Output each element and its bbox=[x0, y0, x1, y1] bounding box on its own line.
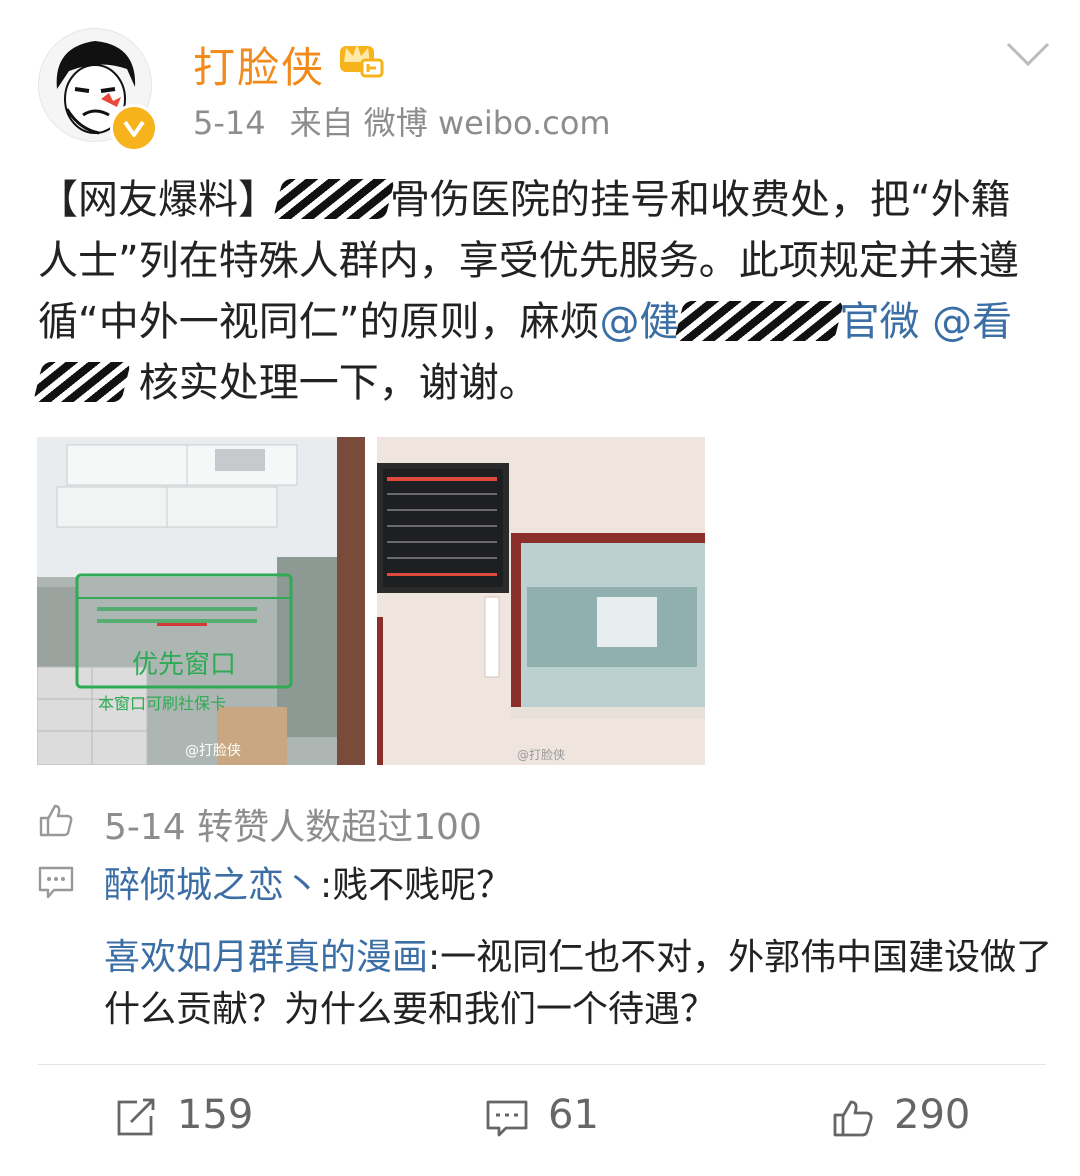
crown-icon bbox=[340, 44, 384, 78]
redaction-scribble bbox=[33, 362, 131, 402]
username[interactable]: 打脸侠 bbox=[193, 34, 325, 95]
image-watermark: @打脸侠 bbox=[185, 742, 241, 759]
comment-item: 喜欢如月群真的漫画:一视同仁也不对，外郭伟中国建设做了什么贡献？为什么要和我们一… bbox=[104, 932, 1064, 1036]
comment-author[interactable]: 喜欢如月群真的漫画 bbox=[104, 937, 428, 978]
comment-icon bbox=[38, 866, 74, 899]
repost-count: 159 bbox=[177, 1092, 254, 1138]
post-meta: 5-14 来自 微博 weibo.com bbox=[193, 98, 611, 144]
post-date: 5-14 bbox=[193, 104, 266, 142]
comment-item: 醉倾城之恋丶:贱不贱呢？ bbox=[104, 860, 1064, 912]
weibo-post-card: 打脸侠 5-14 来自 微博 weibo.com 【网友爆料】 骨伤医院的挂号和收费… bbox=[0, 0, 1080, 1176]
verified-icon bbox=[110, 104, 158, 152]
chevron-down-icon[interactable] bbox=[1004, 40, 1052, 70]
image-watermark: @打脸侠 bbox=[517, 748, 565, 762]
thumb-up-icon bbox=[833, 1100, 873, 1137]
thumb-up-icon bbox=[39, 804, 73, 837]
post-text: 【网友爆料】 骨伤医院的挂号和收费处，把“外籍人士”列在特殊人群内，享受优先服务。… bbox=[33, 170, 1048, 414]
post-source[interactable]: 来自 微博 weibo.com bbox=[290, 104, 611, 142]
like-summary-text: 5-14 转赞人数超过100 bbox=[104, 807, 482, 848]
post-tail: 核实处理一下，谢谢。 bbox=[126, 360, 539, 406]
hospital-window-photo: 优先窗口 本窗口可刷社保卡 @打脸侠 bbox=[37, 437, 365, 765]
comment-icon bbox=[486, 1100, 528, 1137]
post-image-1[interactable]: 优先窗口 本窗口可刷社保卡 @打脸侠 bbox=[37, 437, 365, 765]
redaction-scribble bbox=[674, 301, 845, 341]
hospital-counter-photo: @打脸侠 bbox=[377, 437, 705, 765]
post-prefix: 【网友爆料】 bbox=[38, 177, 278, 223]
comment-text: :贱不贱呢？ bbox=[320, 865, 513, 906]
comment-author[interactable]: 醉倾城之恋丶 bbox=[104, 865, 320, 906]
mention-link-1[interactable]: @健 bbox=[599, 299, 679, 345]
like-count: 290 bbox=[894, 1092, 971, 1138]
mention-link-1-tail[interactable]: 官微 bbox=[839, 299, 919, 345]
divider bbox=[38, 1064, 1046, 1065]
sign-subtitle: 本窗口可刷社保卡 bbox=[98, 694, 226, 713]
comment-count: 61 bbox=[548, 1092, 599, 1138]
redaction-scribble bbox=[273, 179, 395, 219]
mention-link-2[interactable]: @看 bbox=[932, 299, 1012, 345]
sign-title: 优先窗口 bbox=[132, 650, 236, 680]
post-image-2[interactable]: @打脸侠 bbox=[377, 437, 705, 765]
repost-icon bbox=[117, 1098, 155, 1136]
